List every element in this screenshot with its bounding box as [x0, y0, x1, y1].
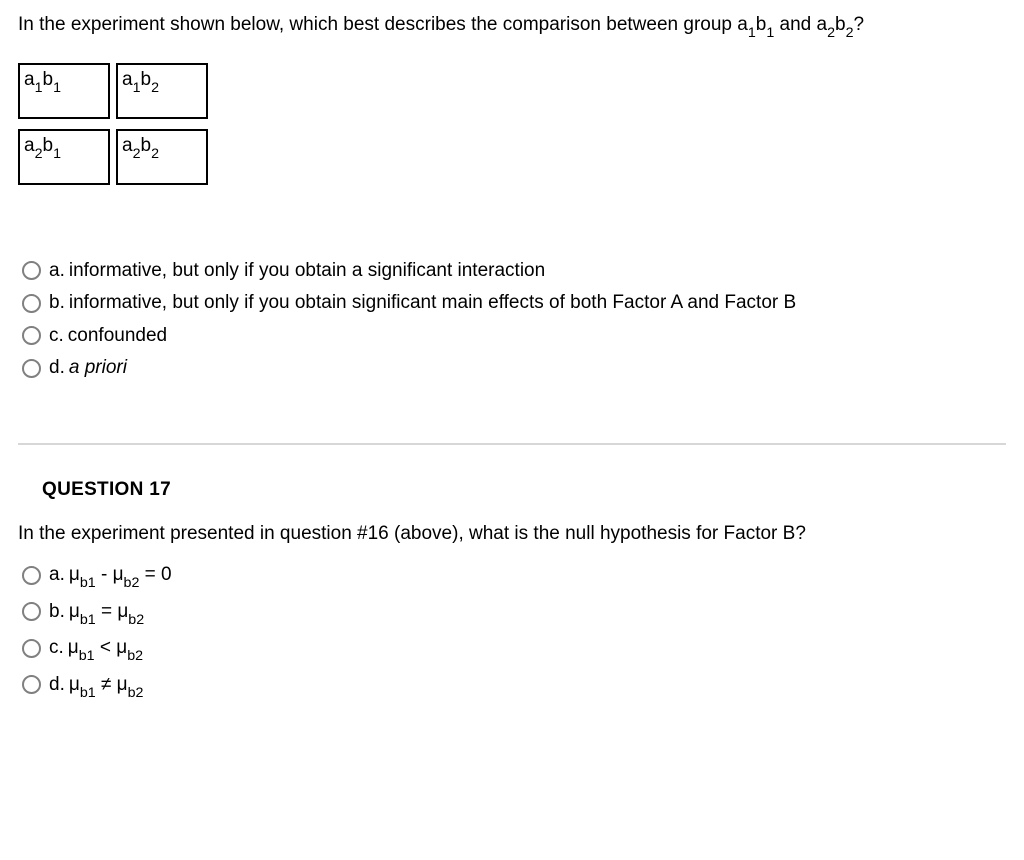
- cell-bi: 1: [53, 146, 61, 162]
- q17-options: a. μb1 - μb2 = 0 b. μb1 = μb2 c. μb1 < μ…: [22, 561, 1006, 699]
- q16-prompt-group1: 1b1: [748, 14, 774, 35]
- q16-option-a[interactable]: a. informative, but only if you obtain a…: [22, 257, 1006, 286]
- radio-icon[interactable]: [22, 294, 41, 313]
- radio-icon[interactable]: [22, 602, 41, 621]
- option-letter: c.: [49, 634, 64, 663]
- q16-options: a. informative, but only if you obtain a…: [22, 257, 1006, 383]
- q17-option-a[interactable]: a. μb1 - μb2 = 0: [22, 561, 1006, 590]
- cell-ai: 1: [133, 80, 141, 96]
- cell-a: a: [122, 69, 133, 90]
- q16-prompt-group2: 2b2: [827, 14, 853, 35]
- option-text: a priori: [69, 354, 127, 383]
- cell-a1b1: a1b1: [18, 63, 110, 119]
- cell-bi: 2: [151, 146, 159, 162]
- q16-prompt: In the experiment shown below, which bes…: [18, 12, 1006, 39]
- divider: [18, 443, 1006, 445]
- cell-a1b2: a1b2: [116, 63, 208, 119]
- design-grid: a1b1 a1b2 a2b1 a2b2: [12, 53, 214, 195]
- q17-prompt: In the experiment presented in question …: [18, 521, 1006, 548]
- q17-option-c[interactable]: c. μb1 < μb2: [22, 634, 1006, 663]
- option-letter: a.: [49, 257, 65, 286]
- cell-b: b: [141, 69, 152, 90]
- q16-prompt-pre: In the experiment shown below, which bes…: [18, 14, 748, 35]
- q17-heading: QUESTION 17: [42, 479, 1006, 501]
- option-expression: μb1 - μb2 = 0: [69, 561, 172, 590]
- option-letter: d.: [49, 354, 65, 383]
- cell-a2b2: a2b2: [116, 129, 208, 185]
- option-letter: c.: [49, 322, 64, 351]
- radio-icon[interactable]: [22, 261, 41, 280]
- cell-a: a: [24, 69, 35, 90]
- q17-option-b[interactable]: b. μb1 = μb2: [22, 598, 1006, 627]
- option-text: informative, but only if you obtain a si…: [69, 257, 545, 286]
- cell-b: b: [43, 135, 54, 156]
- option-letter: a.: [49, 561, 65, 590]
- option-expression: μb1 = μb2: [69, 598, 144, 627]
- option-text: confounded: [68, 322, 167, 351]
- radio-icon[interactable]: [22, 639, 41, 658]
- cell-a: a: [122, 135, 133, 156]
- cell-a2b1: a2b1: [18, 129, 110, 185]
- radio-icon[interactable]: [22, 326, 41, 345]
- q16-prompt-mid: and a: [774, 14, 827, 35]
- cell-bi: 1: [53, 80, 61, 96]
- option-text: informative, but only if you obtain sign…: [69, 289, 796, 318]
- cell-ai: 1: [35, 80, 43, 96]
- option-expression: μb1 ≠ μb2: [69, 671, 144, 700]
- radio-icon[interactable]: [22, 566, 41, 585]
- q16-prompt-post: ?: [854, 14, 865, 35]
- radio-icon[interactable]: [22, 675, 41, 694]
- radio-icon[interactable]: [22, 359, 41, 378]
- cell-ai: 2: [133, 146, 141, 162]
- cell-a: a: [24, 135, 35, 156]
- cell-bi: 2: [151, 80, 159, 96]
- q17-option-d[interactable]: d. μb1 ≠ μb2: [22, 671, 1006, 700]
- option-letter: b.: [49, 289, 65, 318]
- cell-ai: 2: [35, 146, 43, 162]
- cell-b: b: [141, 135, 152, 156]
- q16-option-d[interactable]: d. a priori: [22, 354, 1006, 383]
- q16-option-b[interactable]: b. informative, but only if you obtain s…: [22, 289, 1006, 318]
- option-letter: d.: [49, 671, 65, 700]
- cell-b: b: [43, 69, 54, 90]
- option-expression: μb1 < μb2: [68, 634, 143, 663]
- option-letter: b.: [49, 598, 65, 627]
- q16-option-c[interactable]: c. confounded: [22, 322, 1006, 351]
